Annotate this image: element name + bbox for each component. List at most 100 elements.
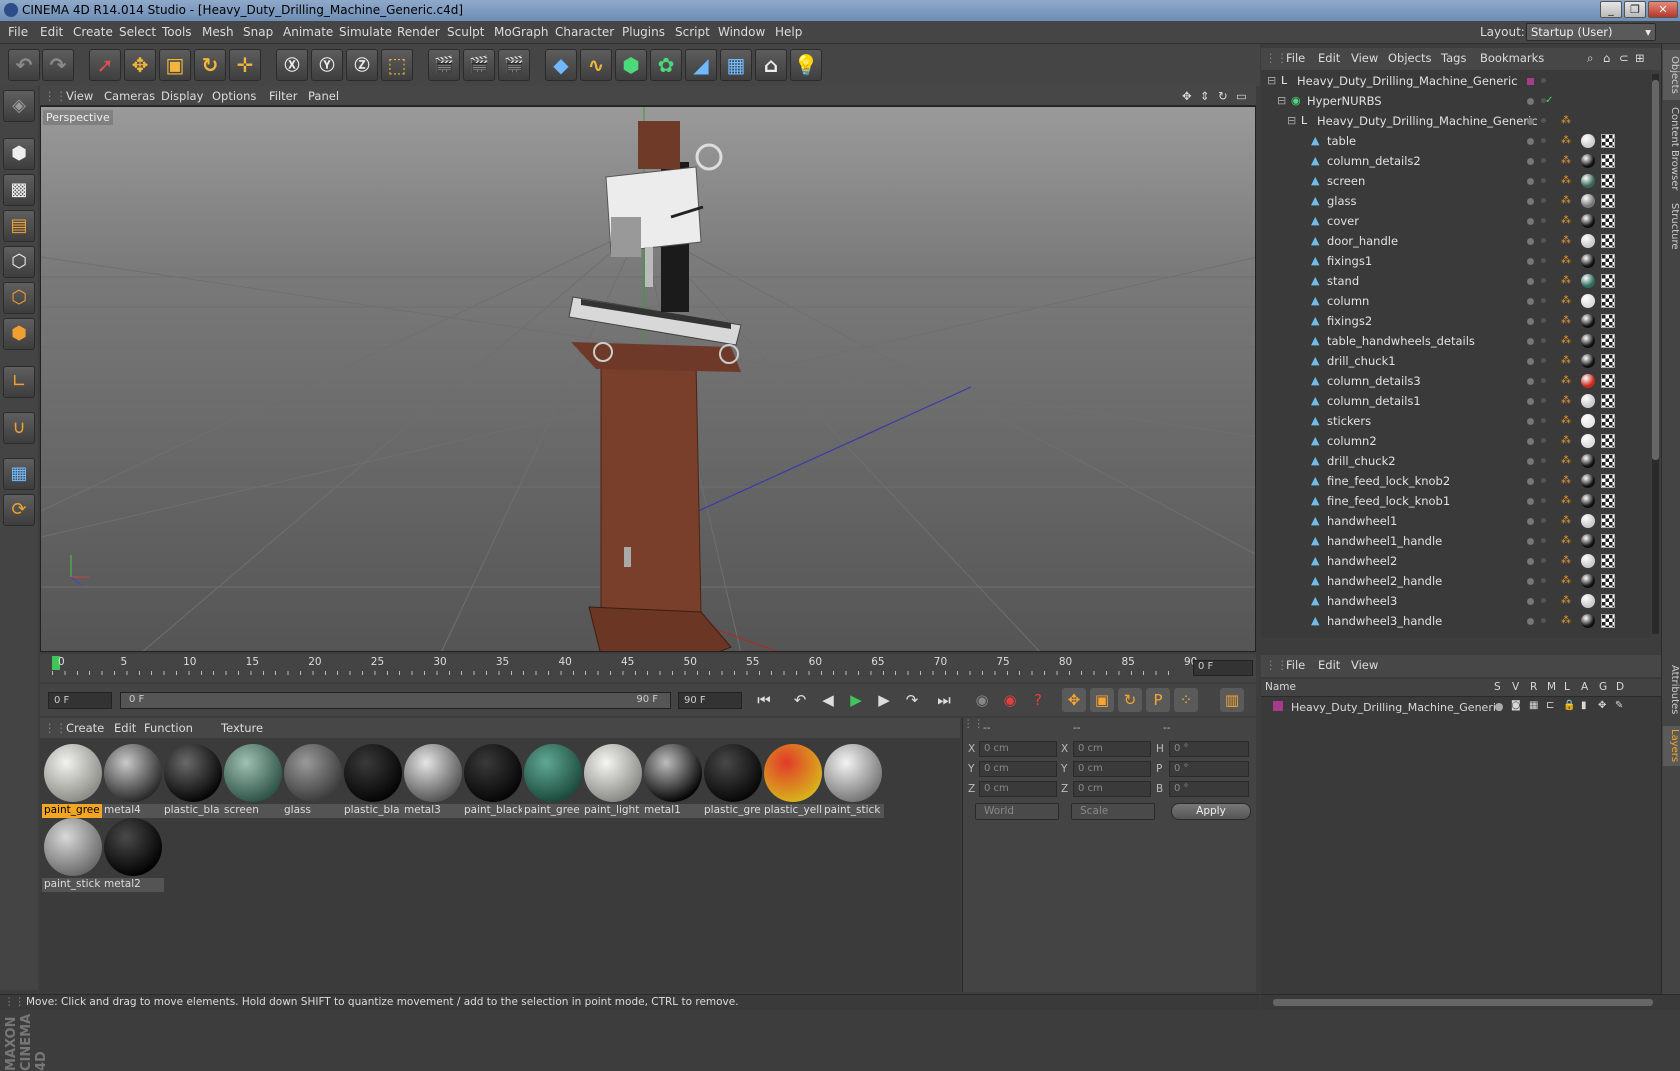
edges-mode-icon[interactable]: ⬡ bbox=[3, 282, 35, 314]
menu-window[interactable]: Window bbox=[718, 25, 765, 39]
phong-tag-icon[interactable]: ⁂ bbox=[1561, 496, 1571, 506]
visibility-dot-icon[interactable] bbox=[1541, 218, 1546, 223]
material-swatch[interactable]: paint_light bbox=[582, 742, 644, 818]
menu-file[interactable]: File bbox=[8, 25, 28, 39]
layer-col-a[interactable]: A bbox=[1581, 681, 1588, 693]
material-menu-function[interactable]: Function bbox=[144, 721, 193, 735]
array-icon[interactable]: ✿ bbox=[650, 49, 682, 81]
visibility-dot-icon[interactable] bbox=[1541, 498, 1546, 503]
keyframe-selection-icon[interactable]: ? bbox=[1026, 688, 1050, 712]
uvw-tag-icon[interactable] bbox=[1601, 434, 1615, 448]
material-swatch[interactable]: plastic_bla bbox=[342, 742, 404, 818]
model-mode-icon[interactable]: ⬢ bbox=[3, 138, 35, 170]
layer-dot-icon[interactable] bbox=[1527, 578, 1534, 585]
enabled-check-icon[interactable]: ✓ bbox=[1545, 96, 1555, 106]
rotation-p-field[interactable]: 0 ° bbox=[1169, 761, 1249, 777]
object-row[interactable]: ▲ table ⁂ bbox=[1261, 131, 1651, 151]
range-slider[interactable]: 0 F 90 F bbox=[120, 692, 671, 709]
uvw-tag-icon[interactable] bbox=[1601, 514, 1615, 528]
phong-tag-icon[interactable]: ⁂ bbox=[1561, 356, 1571, 366]
position-z-field[interactable]: 0 cm bbox=[979, 781, 1057, 797]
layer-dot-icon[interactable] bbox=[1527, 218, 1534, 225]
material-tag-icon[interactable] bbox=[1581, 174, 1595, 188]
object-row[interactable]: ▲ fixings2 ⁂ bbox=[1261, 311, 1651, 331]
zoom-icon[interactable]: ⇕ bbox=[1200, 89, 1210, 103]
cube-icon[interactable]: ◆ bbox=[545, 49, 577, 81]
end-frame-field[interactable]: 90 F bbox=[678, 692, 742, 709]
layer-dot-icon[interactable] bbox=[1527, 378, 1534, 385]
menu-edit[interactable]: Edit bbox=[40, 25, 63, 39]
layer-dot-icon[interactable] bbox=[1527, 318, 1534, 325]
visibility-dot-icon[interactable] bbox=[1541, 478, 1546, 483]
object-row[interactable]: ▲ cover ⁂ bbox=[1261, 211, 1651, 231]
visibility-dot-icon[interactable] bbox=[1541, 578, 1546, 583]
scale-tool-icon[interactable]: ▣ bbox=[159, 49, 191, 81]
filter-icon[interactable]: ⊂ bbox=[1619, 51, 1629, 65]
pan-icon[interactable]: ✥ bbox=[1182, 89, 1192, 103]
object-row[interactable]: ⊟ ◉ HyperNURBS ✓ bbox=[1261, 91, 1651, 111]
layer-dot-icon[interactable] bbox=[1527, 298, 1534, 305]
visibility-dot-icon[interactable] bbox=[1541, 178, 1546, 183]
object-row[interactable]: ▲ stand ⁂ bbox=[1261, 271, 1651, 291]
material-swatch[interactable]: paint_black bbox=[462, 742, 524, 818]
uvw-tag-icon[interactable] bbox=[1601, 614, 1615, 628]
object-row[interactable]: ▲ door_handle ⁂ bbox=[1261, 231, 1651, 251]
object-menu-bookmarks[interactable]: Bookmarks bbox=[1480, 51, 1544, 65]
object-row[interactable]: ▲ column_details3 ⁂ bbox=[1261, 371, 1651, 391]
phong-tag-icon[interactable]: ⁂ bbox=[1561, 256, 1571, 266]
layer-dot-icon[interactable] bbox=[1527, 478, 1534, 485]
menu-render[interactable]: Render bbox=[397, 25, 440, 39]
material-swatch[interactable]: plastic_yell bbox=[762, 742, 824, 818]
object-row[interactable]: ▲ fixings1 ⁂ bbox=[1261, 251, 1651, 271]
object-row[interactable]: ⊟ L Heavy_Duty_Drilling_Machine_Generic ⁂ bbox=[1261, 111, 1651, 131]
material-tag-icon[interactable] bbox=[1581, 514, 1595, 528]
material-tag-icon[interactable] bbox=[1581, 334, 1595, 348]
material-tag-icon[interactable] bbox=[1581, 554, 1595, 568]
layer-visible-icon[interactable]: ◙ bbox=[1511, 700, 1521, 711]
phong-tag-icon[interactable]: ⁂ bbox=[1561, 276, 1571, 286]
layer-dot-icon[interactable] bbox=[1527, 158, 1534, 165]
minimize-button[interactable]: _ bbox=[1600, 1, 1622, 18]
material-tag-icon[interactable] bbox=[1581, 414, 1595, 428]
layer-dot-icon[interactable] bbox=[1527, 238, 1534, 245]
layer-dot-icon[interactable] bbox=[1527, 278, 1534, 285]
layer-dot-icon[interactable] bbox=[1527, 258, 1534, 265]
object-row[interactable]: ▲ handwheel3_handle ⁂ bbox=[1261, 611, 1651, 631]
material-swatch[interactable]: metal2 bbox=[102, 816, 164, 892]
layer-color-swatch[interactable] bbox=[1273, 701, 1283, 711]
material-tag-icon[interactable] bbox=[1581, 154, 1595, 168]
expand-toggle-icon[interactable]: ⊟ bbox=[1267, 75, 1279, 87]
material-tag-icon[interactable] bbox=[1581, 234, 1595, 248]
layer-deformer-icon[interactable]: ✎ bbox=[1615, 700, 1623, 711]
expand-toggle-icon[interactable]: ⊟ bbox=[1287, 115, 1299, 127]
phong-tag-icon[interactable]: ⁂ bbox=[1561, 136, 1571, 146]
phong-tag-icon[interactable]: ⁂ bbox=[1561, 456, 1571, 466]
object-menu-view[interactable]: View bbox=[1351, 51, 1378, 65]
spline-icon[interactable]: ∿ bbox=[580, 49, 612, 81]
workplane-icon[interactable]: ▤ bbox=[3, 210, 35, 242]
deformer-icon[interactable]: ◢ bbox=[685, 49, 717, 81]
uvw-tag-icon[interactable] bbox=[1601, 454, 1615, 468]
texture-mode-icon[interactable]: ▩ bbox=[3, 174, 35, 206]
object-row[interactable]: ▲ screen ⁂ bbox=[1261, 171, 1651, 191]
y-axis-icon[interactable]: Ⓨ bbox=[311, 49, 343, 81]
material-swatch[interactable]: metal3 bbox=[402, 742, 464, 818]
axis-mode-icon[interactable]: ∟ bbox=[3, 366, 35, 398]
material-tag-icon[interactable] bbox=[1581, 474, 1595, 488]
material-menu-create[interactable]: Create bbox=[66, 721, 104, 735]
coordinate-system-icon[interactable]: ⬚ bbox=[381, 49, 413, 81]
viewport-menu-panel[interactable]: Panel bbox=[308, 89, 339, 103]
tab-layers[interactable]: Layers bbox=[1663, 726, 1680, 766]
scale-mode-dropdown[interactable]: Scale bbox=[1071, 803, 1155, 820]
timeline-window-icon[interactable]: ▥ bbox=[1220, 688, 1244, 712]
material-tag-icon[interactable] bbox=[1581, 594, 1595, 608]
key-rotation-icon[interactable]: ↻ bbox=[1118, 688, 1142, 712]
visibility-dot-icon[interactable] bbox=[1541, 298, 1546, 303]
uvw-tag-icon[interactable] bbox=[1601, 134, 1615, 148]
material-tag-icon[interactable] bbox=[1581, 254, 1595, 268]
visibility-dot-icon[interactable] bbox=[1541, 338, 1546, 343]
object-menu-file[interactable]: File bbox=[1286, 51, 1305, 65]
play-icon[interactable]: ▶ bbox=[844, 688, 868, 712]
phong-tag-icon[interactable]: ⁂ bbox=[1561, 516, 1571, 526]
perspective-viewport[interactable]: Perspective bbox=[40, 106, 1256, 652]
